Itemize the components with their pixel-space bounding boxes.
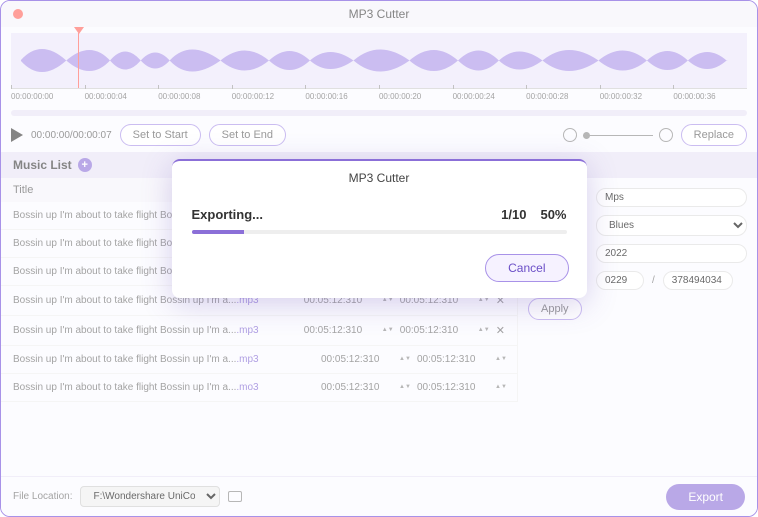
- export-percent: 50%: [540, 207, 566, 222]
- progress-fill: [192, 230, 245, 234]
- app-window: MP3 Cutter 00:00:00:00 00:00:00:04 00:00…: [0, 0, 758, 517]
- export-dialog: MP3 Cutter Exporting... 1/10 50% Cancel: [172, 159, 587, 298]
- modal-scrim: MP3 Cutter Exporting... 1/10 50% Cancel: [1, 1, 757, 516]
- dialog-title: MP3 Cutter: [172, 161, 587, 195]
- progress-bar: [192, 230, 567, 234]
- exporting-label: Exporting...: [192, 207, 502, 222]
- cancel-button[interactable]: Cancel: [485, 254, 568, 282]
- export-count: 1/10: [501, 207, 526, 222]
